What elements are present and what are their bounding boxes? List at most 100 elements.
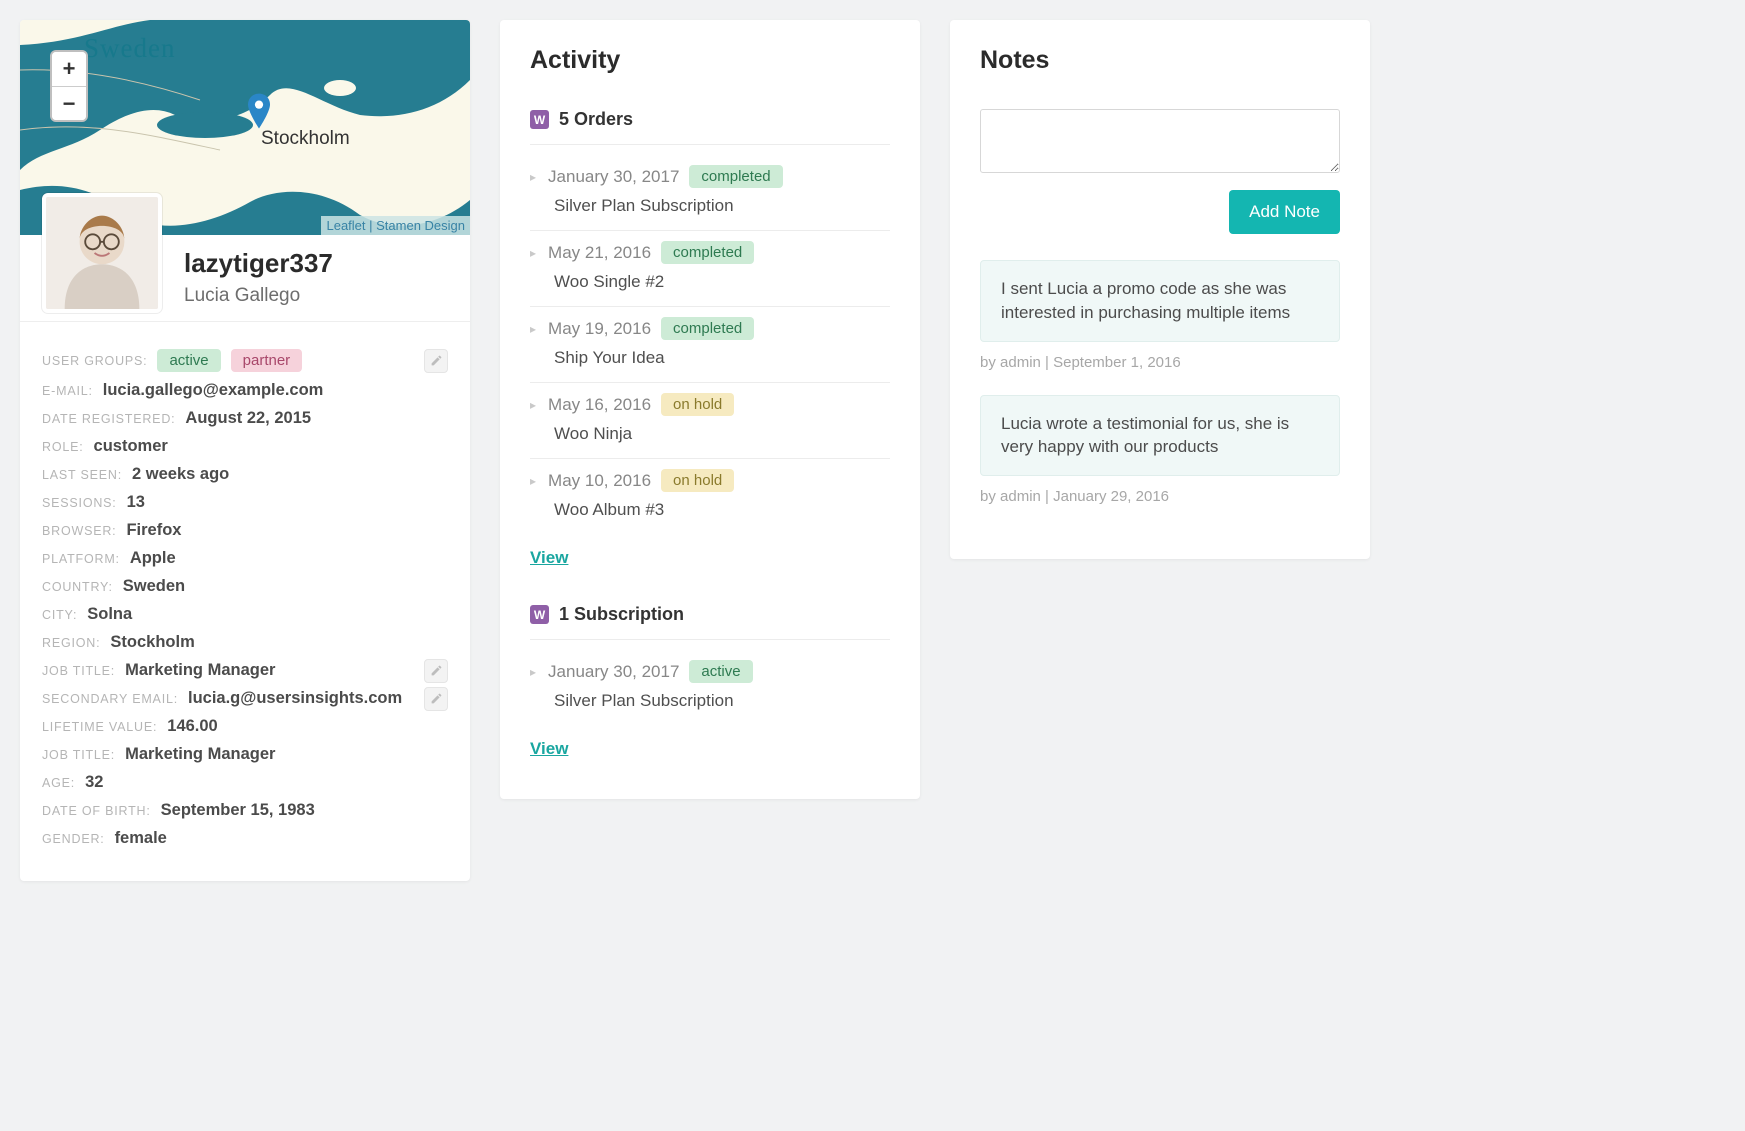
email-label: E-MAIL: [42, 384, 93, 398]
order-item[interactable]: ▸ May 10, 2016 on hold Woo Album #3 [530, 459, 890, 534]
gender-value: female [115, 829, 167, 848]
add-note-button[interactable]: Add Note [1229, 190, 1340, 234]
full-name: Lucia Gallego [184, 285, 333, 307]
platform-label: PLATFORM: [42, 552, 120, 566]
view-subscriptions-link[interactable]: View [530, 739, 568, 759]
region-value: Stockholm [110, 633, 194, 652]
status-badge: on hold [661, 469, 734, 492]
dob-value: September 15, 1983 [161, 801, 315, 820]
order-name: Woo Single #2 [554, 272, 890, 292]
activity-title: Activity [530, 46, 890, 75]
order-item[interactable]: ▸ May 16, 2016 on hold Woo Ninja [530, 383, 890, 459]
caret-right-icon: ▸ [530, 322, 536, 336]
view-orders-link[interactable]: View [530, 548, 568, 568]
status-badge: completed [661, 241, 754, 264]
ltv-label: LIFETIME VALUE: [42, 720, 157, 734]
zoom-in-button[interactable]: + [52, 52, 86, 86]
jobtitle2-label: JOB TITLE: [42, 748, 115, 762]
country-label: COUNTRY: [42, 580, 113, 594]
subscription-item[interactable]: ▸January 30, 2017activeSilver Plan Subsc… [530, 650, 890, 725]
dob-label: DATE OF BIRTH: [42, 804, 151, 818]
caret-right-icon: ▸ [530, 170, 536, 184]
avatar [42, 193, 162, 313]
order-item[interactable]: ▸ January 30, 2017 completed Silver Plan Su… [530, 155, 890, 231]
sessions-value: 13 [127, 493, 145, 512]
woo-badge-icon: W [530, 110, 549, 129]
orders-list: ▸ January 30, 2017 completed Silver Plan Su… [530, 155, 890, 534]
status-badge: completed [661, 317, 754, 340]
order-name: Woo Album #3 [554, 500, 890, 520]
status-badge: on hold [661, 393, 734, 416]
registered-value: August 22, 2015 [185, 409, 311, 428]
order-item[interactable]: ▸ May 21, 2016 completed Woo Single #2 [530, 231, 890, 307]
status-badge: active [689, 660, 752, 683]
age-value: 32 [85, 773, 103, 792]
order-item[interactable]: ▸ May 19, 2016 completed Ship Your Idea [530, 307, 890, 383]
email-value: lucia.gallego@example.com [103, 381, 324, 400]
country-value: Sweden [123, 577, 185, 596]
jobtitle2-value: Marketing Manager [125, 745, 275, 764]
order-date: January 30, 2017 [548, 167, 679, 187]
status-badge: completed [689, 165, 782, 188]
map-zoom-control: + − [50, 50, 88, 122]
platform-value: Apple [130, 549, 176, 568]
edit-groups-icon[interactable] [424, 349, 448, 373]
order-date: May 21, 2016 [548, 243, 651, 263]
role-label: ROLE: [42, 440, 84, 454]
edit-jobtitle-icon[interactable] [424, 659, 448, 683]
subscriptions-header-text: 1 Subscription [559, 604, 684, 625]
subscription-name: Silver Plan Subscription [554, 691, 890, 711]
username: lazytiger337 [184, 248, 333, 279]
lastseen-value: 2 weeks ago [132, 465, 229, 484]
registered-label: DATE REGISTERED: [42, 412, 175, 426]
note-item: I sent Lucia a promo code as she was int… [980, 260, 1340, 342]
subscriptions-header: W 1 Subscription [530, 604, 890, 640]
notes-title: Notes [980, 46, 1340, 75]
profile-card: Sweden + − Stockholm Leaflet | Stamen De… [20, 20, 470, 881]
map-attribution[interactable]: Leaflet | Stamen Design [321, 216, 470, 235]
order-name: Ship Your Idea [554, 348, 890, 368]
age-label: AGE: [42, 776, 75, 790]
jobtitle-label: JOB TITLE: [42, 664, 115, 678]
profile-details: USER GROUPS: active partner E-MAIL: lucia… [20, 321, 470, 881]
zoom-out-button[interactable]: − [52, 86, 86, 120]
order-date: May 16, 2016 [548, 395, 651, 415]
caret-right-icon: ▸ [530, 246, 536, 260]
note-meta: by admin | September 1, 2016 [980, 354, 1340, 371]
gender-label: GENDER: [42, 832, 105, 846]
caret-right-icon: ▸ [530, 665, 536, 679]
map-city-label: Stockholm [261, 128, 350, 150]
map-country-label: Sweden [84, 33, 175, 64]
notes-list: I sent Lucia a promo code as she was int… [980, 260, 1340, 505]
notes-card: Notes Add Note I sent Lucia a promo code… [950, 20, 1370, 559]
user-groups-label: USER GROUPS: [42, 354, 147, 368]
order-date: May 10, 2016 [548, 471, 651, 491]
group-pill-partner: partner [231, 349, 303, 372]
secemail-label: SECONDARY EMAIL: [42, 692, 178, 706]
caret-right-icon: ▸ [530, 474, 536, 488]
subscriptions-list: ▸January 30, 2017activeSilver Plan Subsc… [530, 650, 890, 725]
lastseen-label: LAST SEEN: [42, 468, 122, 482]
note-input[interactable] [980, 109, 1340, 173]
caret-right-icon: ▸ [530, 398, 536, 412]
secemail-value: lucia.g@usersinsights.com [188, 689, 402, 708]
note-meta: by admin | January 29, 2016 [980, 488, 1340, 505]
note-item: Lucia wrote a testimonial for us, she is… [980, 395, 1340, 477]
edit-secemail-icon[interactable] [424, 687, 448, 711]
order-name: Woo Ninja [554, 424, 890, 444]
order-name: Silver Plan Subscription [554, 196, 890, 216]
orders-header-text: 5 Orders [559, 109, 633, 130]
city-value: Solna [87, 605, 132, 624]
orders-header: W 5 Orders [530, 109, 890, 145]
city-label: CITY: [42, 608, 77, 622]
jobtitle-value: Marketing Manager [125, 661, 275, 680]
role-value: customer [94, 437, 168, 456]
browser-value: Firefox [126, 521, 181, 540]
order-date: May 19, 2016 [548, 319, 651, 339]
activity-card: Activity W 5 Orders ▸ January 30, 2017 com… [500, 20, 920, 799]
ltv-value: 146.00 [167, 717, 217, 736]
browser-label: BROWSER: [42, 524, 116, 538]
group-pill-active: active [157, 349, 220, 372]
user-groups-row: USER GROUPS: active partner [42, 349, 448, 372]
region-label: REGION: [42, 636, 100, 650]
